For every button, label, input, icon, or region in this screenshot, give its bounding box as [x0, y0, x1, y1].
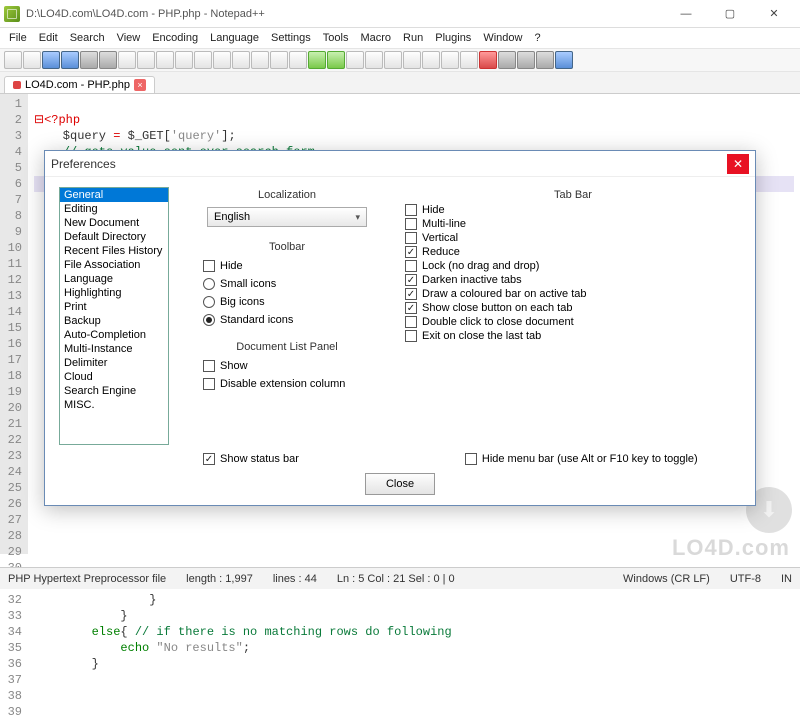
category-item[interactable]: Backup	[60, 314, 168, 328]
tabbar-closebtn-checkbox[interactable]: ✓Show close button on each tab	[405, 301, 741, 315]
doclist-show-checkbox[interactable]: Show	[187, 359, 387, 373]
tabbar-coloured-checkbox[interactable]: ✓Draw a coloured bar on active tab	[405, 287, 741, 301]
tabbar-multiline-checkbox[interactable]: Multi-line	[405, 217, 741, 231]
toolbar-small-radio[interactable]: Small icons	[187, 277, 387, 291]
category-list[interactable]: GeneralEditingNew DocumentDefault Direct…	[59, 187, 169, 445]
category-item[interactable]: File Association	[60, 258, 168, 272]
doclist-disable-ext-checkbox[interactable]: Disable extension column	[187, 377, 387, 391]
toolbar-heading: Toolbar	[187, 239, 387, 255]
category-item[interactable]: Auto-Completion	[60, 328, 168, 342]
category-item[interactable]: Search Engine	[60, 384, 168, 398]
preferences-dialog: Preferences ✕ GeneralEditingNew Document…	[44, 150, 756, 506]
category-item[interactable]: New Document	[60, 216, 168, 230]
tabbar-vertical-checkbox[interactable]: Vertical	[405, 231, 741, 245]
tabbar-reduce-checkbox[interactable]: ✓Reduce	[405, 245, 741, 259]
dialog-title-bar[interactable]: Preferences ✕	[45, 151, 755, 177]
tabbar-dblclick-checkbox[interactable]: Double click to close document	[405, 315, 741, 329]
tabbar-darken-checkbox[interactable]: ✓Darken inactive tabs	[405, 273, 741, 287]
tabbar-lock-checkbox[interactable]: Lock (no drag and drop)	[405, 259, 741, 273]
category-item[interactable]: General	[60, 188, 168, 202]
toolbar-standard-radio[interactable]: Standard icons	[187, 313, 387, 327]
modal-overlay: Preferences ✕ GeneralEditingNew Document…	[0, 0, 800, 589]
category-item[interactable]: Cloud	[60, 370, 168, 384]
show-status-bar-checkbox[interactable]: ✓Show status bar	[187, 451, 299, 467]
dialog-close-button[interactable]: ✕	[727, 154, 749, 174]
hide-menu-bar-checkbox[interactable]: Hide menu bar (use Alt or F10 key to tog…	[449, 451, 698, 467]
category-item[interactable]: MISC.	[60, 398, 168, 412]
category-item[interactable]: Print	[60, 300, 168, 314]
toolbar-big-radio[interactable]: Big icons	[187, 295, 387, 309]
close-button[interactable]: Close	[365, 473, 435, 495]
category-item[interactable]: Highlighting	[60, 286, 168, 300]
category-item[interactable]: Multi-Instance	[60, 342, 168, 356]
localization-heading: Localization	[187, 187, 387, 203]
category-item[interactable]: Editing	[60, 202, 168, 216]
chevron-down-icon: ▾	[355, 212, 360, 223]
language-select-value: English	[214, 211, 250, 223]
tabbar-exitlast-checkbox[interactable]: Exit on close the last tab	[405, 329, 741, 343]
category-item[interactable]: Default Directory	[60, 230, 168, 244]
doclist-heading: Document List Panel	[187, 339, 387, 355]
language-select[interactable]: English ▾	[207, 207, 367, 227]
tabbar-heading: Tab Bar	[405, 187, 741, 203]
dialog-title: Preferences	[51, 157, 727, 171]
category-item[interactable]: Delimiter	[60, 356, 168, 370]
toolbar-hide-checkbox[interactable]: Hide	[187, 259, 387, 273]
tabbar-hide-checkbox[interactable]: Hide	[405, 203, 741, 217]
category-item[interactable]: Language	[60, 272, 168, 286]
category-item[interactable]: Recent Files History	[60, 244, 168, 258]
